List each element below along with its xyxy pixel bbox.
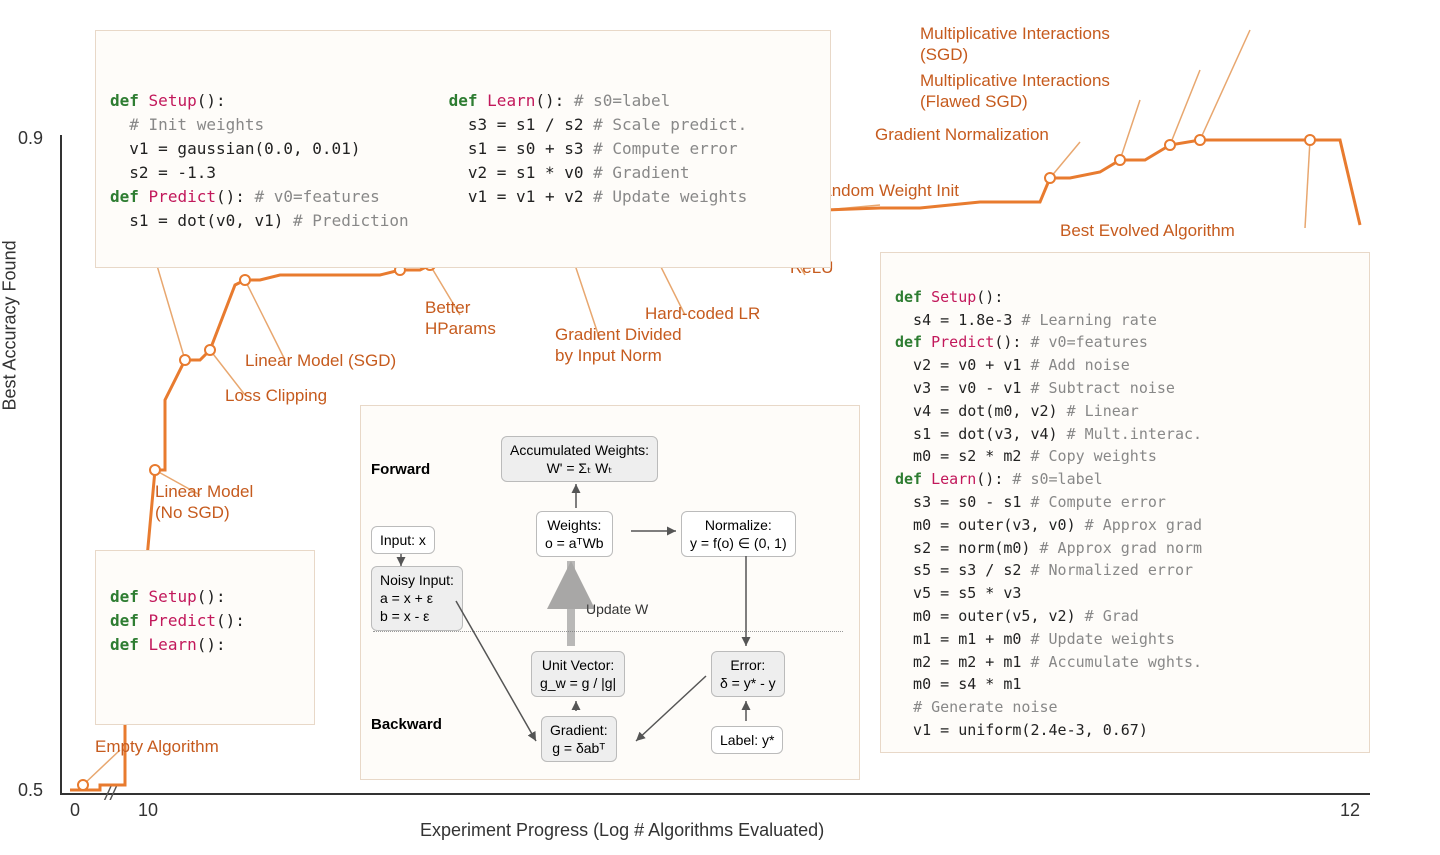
label-mult-sgd: Multiplicative Interactions (SGD) <box>920 23 1110 66</box>
code-box-best-evolved: def Setup(): s4 = 1.8e-3 # Learning rate… <box>880 252 1370 753</box>
y-axis-label: Best Accuracy Found <box>0 240 21 410</box>
label-loss-clip: Loss Clipping <box>225 385 327 406</box>
diag-arrows <box>361 406 861 781</box>
label-mult-flawed: Multiplicative Interactions (Flawed SGD) <box>920 70 1110 113</box>
label-grad-div: Gradient Divided by Input Norm <box>555 324 682 367</box>
label-better-hp: Better HParams <box>425 297 496 340</box>
label-best-evolved: Best Evolved Algorithm <box>1060 220 1235 241</box>
x-tick-12: 12 <box>1340 800 1360 821</box>
label-grad-norm: Gradient Normalization <box>875 124 1049 145</box>
label-hard-lr: Hard-coded LR <box>645 303 760 324</box>
label-rand-wi: Random Weight Init <box>810 180 959 201</box>
y-tick-bottom: 0.5 <box>18 780 43 801</box>
diagram-panel: Forward Backward Input: x Noisy Input: a… <box>360 405 860 780</box>
label-empty-algo: Empty Algorithm <box>95 736 219 757</box>
x-tick-0: 0 <box>70 800 80 821</box>
x-tick-10: 10 <box>138 800 158 821</box>
code-box-empty: def Setup(): def Predict(): def Learn(): <box>95 550 315 725</box>
label-linear-no-sgd: Linear Model (No SGD) <box>155 481 253 524</box>
code-box-linear-flawed: def Setup(): # Init weights v1 = gaussia… <box>95 30 831 268</box>
label-linear-sgd: Linear Model (SGD) <box>245 350 396 371</box>
x-axis-label: Experiment Progress (Log # Algorithms Ev… <box>420 820 824 841</box>
y-tick-top: 0.9 <box>18 128 43 149</box>
